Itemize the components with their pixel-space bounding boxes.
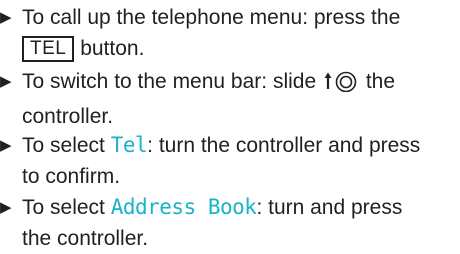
step-text-line: TEL button.: [0, 33, 460, 64]
controller-slide-up-icon: [324, 70, 358, 101]
step-text: To switch to the menu bar: slide: [22, 70, 322, 93]
step-text: to confirm.: [22, 165, 121, 188]
tel-key-label: TEL: [22, 36, 75, 62]
step-text: button.: [74, 37, 145, 60]
step-text-line: the controller.: [0, 223, 460, 254]
bullet-icon: ▶: [0, 137, 12, 154]
step-text: the controller.: [22, 227, 149, 250]
step-text: To select: [22, 134, 111, 157]
menu-term-address-book: Address Book: [110, 195, 257, 219]
step-text: To select: [22, 196, 111, 219]
step-text-line: To select Tel: turn the controller and p…: [0, 130, 460, 161]
step-switch-menu-bar: ▶ To switch to the menu bar: slide the c…: [0, 66, 460, 132]
step-text: the: [359, 70, 396, 93]
bullet-icon: ▶: [0, 73, 12, 90]
step-text-line: To select Address Book: turn and press: [0, 192, 460, 223]
bullet-icon: ▶: [0, 9, 12, 26]
step-text: : turn and press: [256, 196, 403, 219]
step-text-line: controller.: [0, 101, 460, 132]
instruction-list: ▶ To call up the telephone menu: press t…: [0, 0, 460, 250]
bullet-icon: ▶: [0, 199, 12, 216]
step-text-line: to confirm.: [0, 161, 460, 192]
step-text-line: To call up the telephone menu: press the: [0, 2, 460, 33]
step-call-telephone-menu: ▶ To call up the telephone menu: press t…: [0, 2, 460, 64]
step-select-address-book: ▶ To select Address Book: turn and press…: [0, 192, 460, 254]
step-select-tel: ▶ To select Tel: turn the controller and…: [0, 130, 460, 192]
step-text: controller.: [22, 105, 114, 128]
step-text-line: To switch to the menu bar: slide the: [0, 66, 460, 101]
menu-term-tel: Tel: [110, 133, 148, 157]
step-text: : turn the controller and press: [147, 134, 421, 157]
step-text: To call up the telephone menu: press the: [22, 6, 401, 29]
